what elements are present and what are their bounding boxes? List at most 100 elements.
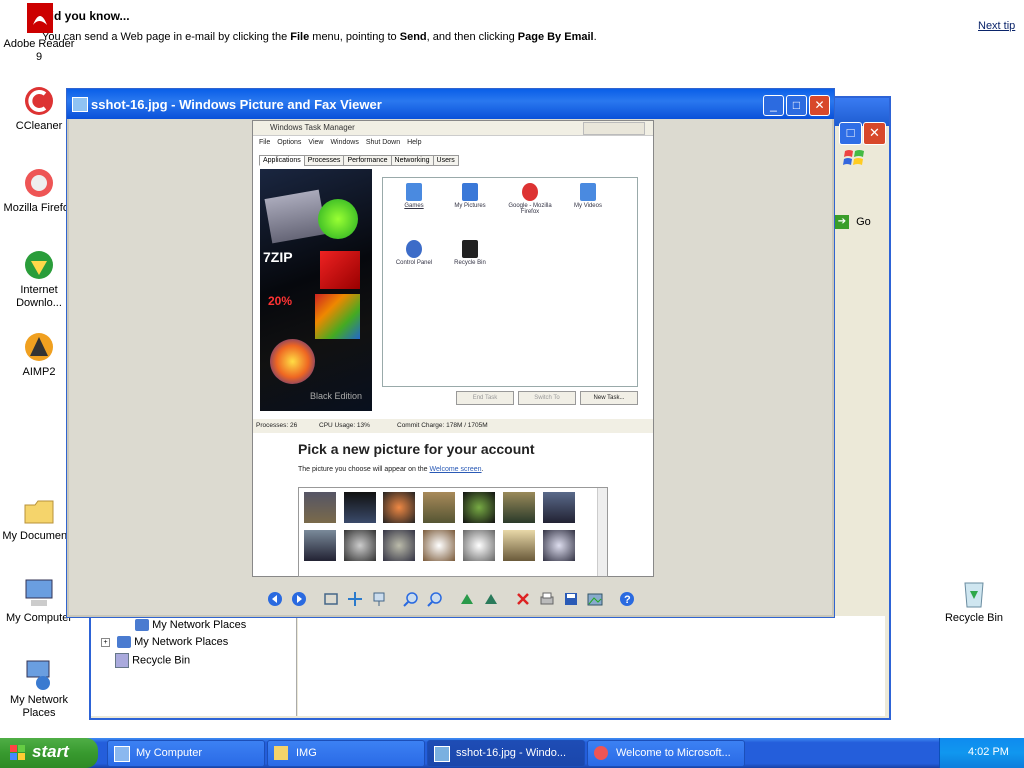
taskbar-button-welcome[interactable]: Welcome to Microsoft... [587,740,745,767]
delete-icon[interactable] [515,591,531,607]
viewer-toolbar: ? [69,585,832,613]
firefox-icon [594,746,608,760]
save-icon[interactable] [563,591,579,607]
windows-logo-icon [843,148,873,170]
close-button[interactable]: ✕ [809,95,830,116]
rotate-clockwise-icon[interactable] [459,591,475,607]
viewer-app-icon [72,97,88,112]
tree-item[interactable]: My Network Places [135,619,246,632]
zoom-out-icon[interactable] [427,591,443,607]
picture-thumbnail [304,492,336,523]
slideshow-icon[interactable] [371,591,387,607]
taskmanager-statusbar: Processes: 26 CPU Usage: 13% Commit Char… [253,419,653,433]
viewer-title: sshot-16.jpg - Windows Picture and Fax V… [91,97,382,112]
go-button[interactable]: ➔ Go [835,215,879,233]
desktop-icon-label: My Network Places [9,694,69,719]
next-tip-link[interactable]: Next tip [978,20,1015,32]
folder-tree[interactable]: My Network Places + My Network Places Re… [91,616,297,716]
print-icon[interactable] [539,591,555,607]
picture-thumbnail [463,530,495,561]
taskbar-button-picture-viewer[interactable]: sshot-16.jpg - Windo... [427,740,585,767]
bg-maximize-button[interactable]: □ [839,122,862,145]
folder-icon [274,746,288,760]
tm-new-task-button: New Task... [580,391,638,405]
picture-thumbnail [383,492,415,523]
picture-thumbnail [304,530,336,561]
best-fit-icon[interactable] [323,591,339,607]
go-arrow-icon: ➔ [835,215,849,229]
previous-image-icon[interactable] [267,591,283,607]
picture-thumbnail [344,530,376,561]
taskmanager-title: Windows Task Manager [270,123,355,132]
picture-thumbnail [383,530,415,561]
recycle-bin-icon [958,577,990,609]
folder-icon [23,495,55,527]
actual-size-icon[interactable] [347,591,363,607]
account-picture-heading: Pick a new picture for your account [298,441,535,457]
adobe-reader-icon [23,3,55,35]
computer-icon [114,746,130,762]
zoom-in-icon[interactable] [403,591,419,607]
expand-icon[interactable]: + [101,637,110,647]
picture-thumbnail [463,492,495,523]
displayed-image: Windows Task Manager File Options View Wind… [252,120,654,577]
viewer-titlebar[interactable]: sshot-16.jpg - Windows Picture and Fax V… [67,89,834,119]
start-label: start [32,742,69,761]
taskbar: start My Computer IMG sshot-16.jpg - Win… [0,738,1024,768]
firefox-icon [23,167,55,199]
picture-thumbnail [423,492,455,523]
rotate-counterclockwise-icon[interactable] [483,591,499,607]
taskbar-button-my-computer[interactable]: My Computer [107,740,265,767]
picture-icon [434,746,450,762]
system-tray: 4:02 PM [939,738,1024,768]
picture-thumbnail [344,492,376,523]
tip-body: You can send a Web page in e-mail by cli… [42,31,597,43]
desktop-icon-label: Adobe Reader 9 [3,38,75,63]
tree-item[interactable]: + My Network Places [101,636,228,649]
go-label: Go [856,216,871,228]
desktop-icon-label: Recycle Bin [944,612,1004,624]
tm-app-item: Google - Mozilla Firefox [499,183,561,215]
software-collage-image: 7ZIP 20% Black Edition [260,169,372,411]
desktop-icon-my-network-places[interactable]: My Network Places [0,659,78,720]
minimize-button[interactable]: _ [763,95,784,116]
help-icon[interactable]: ? [619,591,635,607]
tm-switch-to-button: Switch To [518,391,576,405]
viewer-body: Windows Task Manager File Options View Wind… [69,119,832,615]
edit-image-icon[interactable] [587,591,603,607]
recycle-bin-icon [115,653,129,668]
desktop-icon-adobe-reader[interactable]: Adobe Reader 9 [0,3,78,64]
picture-thumbnail [503,492,535,523]
taskmanager-titlebar: Windows Task Manager [253,121,653,136]
taskmanager-window-buttons [583,122,645,135]
tm-app-item: Recycle Bin [439,240,501,266]
desktop-icon-recycle-bin[interactable]: Recycle Bin [935,577,1013,625]
tm-app-item: My Pictures [439,183,501,209]
picture-thumbnail [503,530,535,561]
aimp-icon [23,331,55,363]
tm-app-item: Games [383,183,445,209]
bg-close-button[interactable]: ✕ [863,122,886,145]
next-image-icon[interactable] [291,591,307,607]
account-picture-subtitle: The picture you choose will appear on th… [298,466,484,473]
tree-item[interactable]: Recycle Bin [115,653,190,668]
tm-app-item: Control Panel [383,240,445,266]
taskbar-button-img[interactable]: IMG [267,740,425,767]
computer-icon [23,577,55,609]
network-places-icon [117,636,132,649]
ccleaner-icon [23,85,55,117]
taskmanager-tabs: Applications Processes Performance Networki… [259,155,459,166]
globe-download-icon [23,249,55,281]
start-button[interactable]: start [0,738,98,768]
taskmanager-menu: File Options View Windows Shut Down Help [259,139,422,146]
folder-contents-pane[interactable] [298,616,885,716]
tm-end-task-button: End Task [456,391,514,405]
windows-logo-icon [10,745,26,761]
tm-app-item: My Videos [557,183,619,209]
picture-viewer-window[interactable]: sshot-16.jpg - Windows Picture and Fax V… [66,88,835,618]
picture-thumbnail [543,530,575,561]
picture-thumbnail [543,492,575,523]
taskmanager-app-list: Games My Pictures Google - Mozilla Firef… [382,177,638,387]
maximize-button[interactable]: □ [786,95,807,116]
clock[interactable]: 4:02 PM [968,746,1009,758]
